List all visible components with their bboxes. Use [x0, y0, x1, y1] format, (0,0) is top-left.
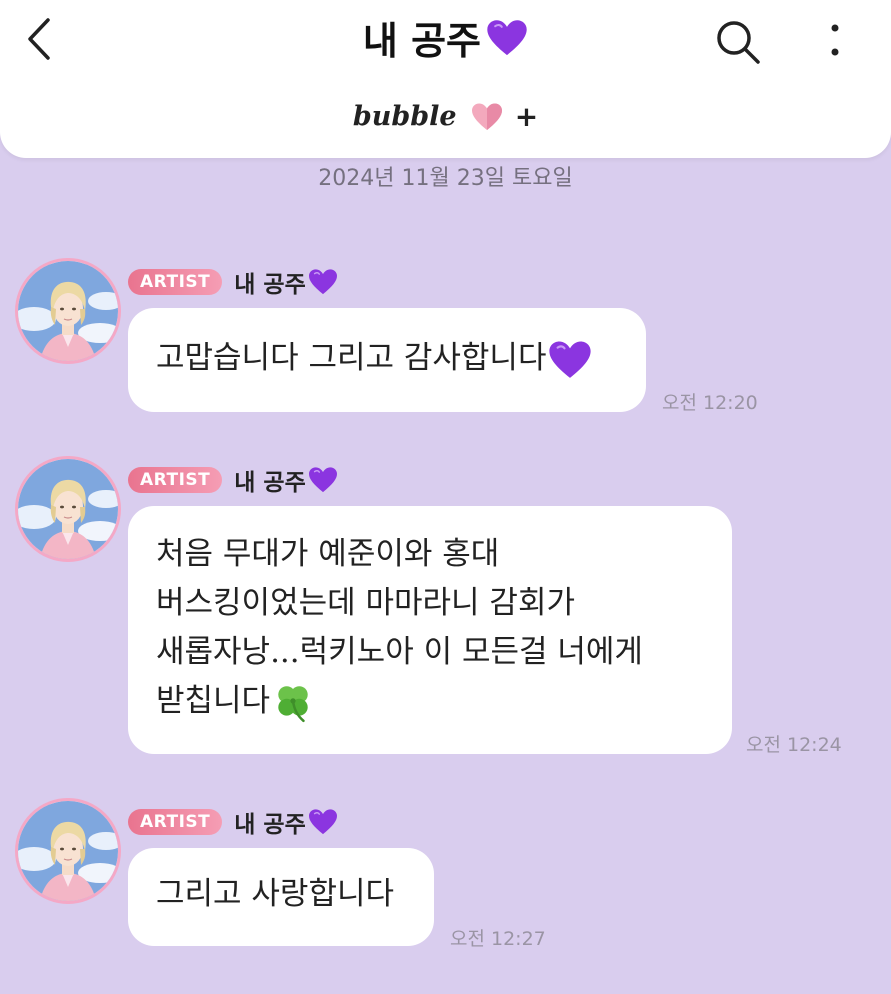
avatar[interactable] — [15, 798, 121, 904]
date-divider: 2024년 11월 23일 토요일 — [318, 166, 573, 191]
brand-plus: + — [514, 100, 539, 133]
message-text-line: 새롭자낭...럭키노아 이 모든걸 너에게 — [156, 634, 643, 670]
sender-name: 내 공주 — [234, 470, 306, 496]
sender-name: 내 공주 — [234, 272, 306, 298]
brand-logo-text: bubble — [352, 101, 457, 132]
purple-heart-icon — [548, 339, 592, 381]
message-text-line: 처음 무대가 예준이와 홍대 — [156, 536, 500, 572]
purple-heart-icon — [308, 268, 338, 296]
message-text: 고맙습니다 그리고 감사합니다 — [156, 334, 618, 383]
sender-row: ARTIST 내 공주 — [128, 262, 338, 302]
more-options-button[interactable] — [818, 16, 852, 68]
message-text-line: 받칩니다 — [156, 677, 704, 726]
search-icon — [717, 21, 760, 64]
avatar[interactable] — [15, 258, 121, 364]
more-vertical-icon — [831, 24, 839, 56]
purple-heart-icon — [486, 18, 528, 58]
artist-badge: ARTIST — [128, 467, 223, 493]
message-bubble[interactable]: 처음 무대가 예준이와 홍대 버스킹이었는데 마마라니 감회가 새롭자낭...럭… — [128, 506, 732, 754]
chat-title: 내 공주 — [362, 19, 482, 63]
sender-row: ARTIST 내 공주 — [128, 802, 338, 842]
bubble-brand: bubble + — [0, 100, 891, 133]
message-timestamp: 오전 12:27 — [450, 928, 546, 950]
message-timestamp: 오전 12:20 — [662, 392, 758, 414]
message-text-line: 버스킹이었는데 마마라니 감회가 — [156, 585, 575, 621]
sender-row: ARTIST 내 공주 — [128, 460, 338, 500]
pink-heart-icon — [471, 103, 502, 130]
message-bubble[interactable]: 그리고 사랑합니다 — [128, 848, 434, 946]
sender-name: 내 공주 — [234, 812, 306, 838]
artist-badge: ARTIST — [128, 809, 223, 835]
message-text: 그리고 사랑합니다 — [156, 876, 395, 912]
chat-header: 내 공주 bubble + — [0, 0, 891, 158]
four-leaf-clover-icon — [272, 682, 314, 724]
message-bubble[interactable]: 고맙습니다 그리고 감사합니다 — [128, 308, 646, 412]
purple-heart-icon — [308, 466, 338, 494]
artist-badge: ARTIST — [128, 269, 223, 295]
avatar[interactable] — [15, 456, 121, 562]
message-timestamp: 오전 12:24 — [746, 734, 842, 756]
purple-heart-icon — [308, 808, 338, 836]
search-button[interactable] — [712, 16, 764, 68]
